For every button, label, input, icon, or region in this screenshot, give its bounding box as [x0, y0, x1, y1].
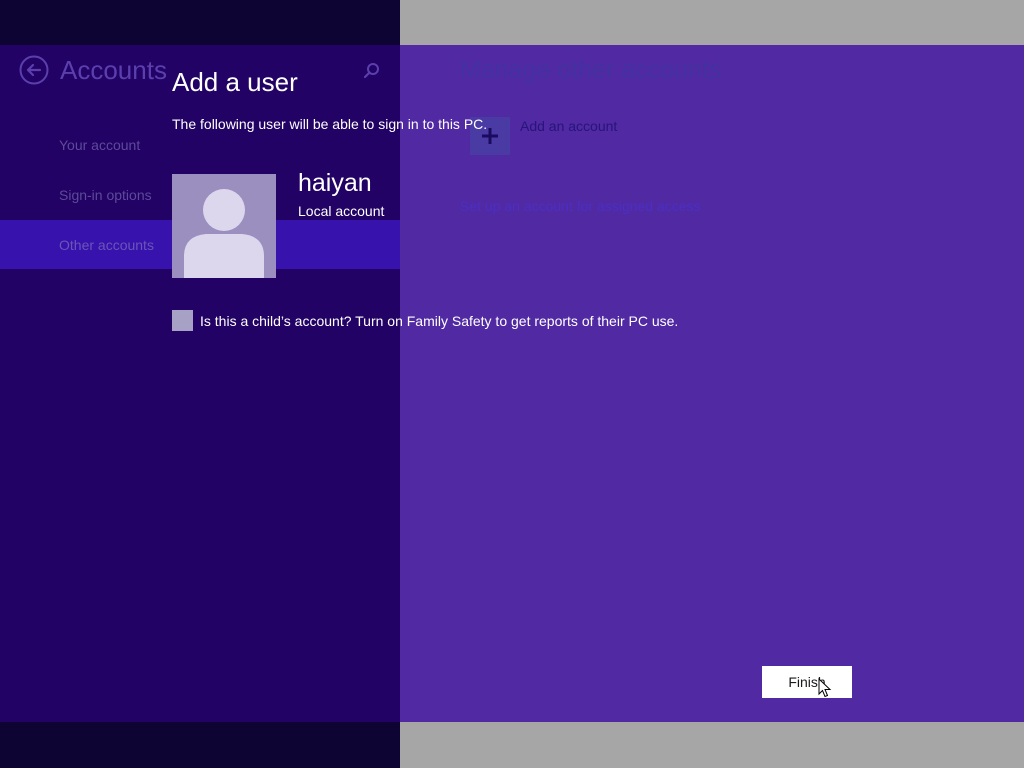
back-arrow-circle-icon [19, 55, 49, 85]
user-silhouette-icon [172, 174, 276, 278]
dialog-title: Add a user [172, 67, 298, 97]
section-title: Manage other accounts [460, 56, 722, 84]
user-name: haiyan [298, 169, 372, 197]
sidebar-item-sign-in-options[interactable]: Sign-in options [59, 187, 152, 203]
sidebar-item-your-account[interactable]: Your account [59, 137, 140, 153]
user-account-type: Local account [298, 203, 385, 219]
page-title: Accounts [60, 55, 167, 85]
mouse-pointer-icon [818, 677, 832, 698]
assigned-access-link[interactable]: Set up an account for assigned access [460, 198, 700, 214]
finish-button[interactable]: Finish [762, 666, 852, 698]
search-icon [363, 63, 379, 79]
child-account-label[interactable]: Is this a child’s account? Turn on Famil… [200, 313, 678, 329]
child-account-checkbox[interactable] [172, 310, 193, 331]
back-button[interactable] [19, 55, 49, 85]
avatar [172, 174, 276, 278]
dialog-subtitle: The following user will be able to sign … [172, 116, 488, 132]
sidebar-item-other-accounts[interactable]: Other accounts [59, 237, 154, 253]
search-button[interactable] [361, 60, 383, 82]
add-account-link[interactable]: Add an account [520, 118, 617, 134]
